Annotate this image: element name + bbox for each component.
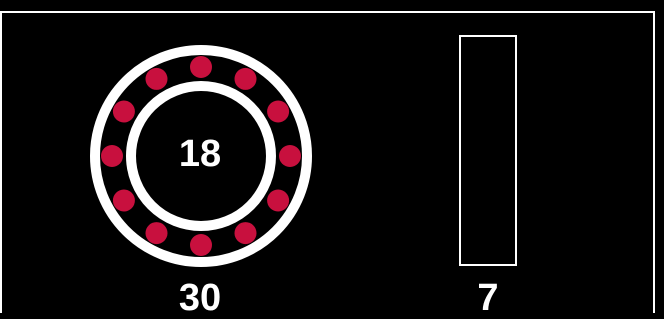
- ball: [190, 234, 212, 256]
- ball: [145, 67, 168, 90]
- bearing-diagram: 18 30 7: [0, 0, 664, 317]
- diagram-canvas: [0, 11, 655, 313]
- ball: [279, 145, 301, 167]
- ball: [190, 56, 212, 78]
- width-label: 7: [477, 277, 499, 319]
- inner-diameter-label: 18: [178, 133, 222, 175]
- ball: [101, 145, 123, 167]
- ball: [112, 100, 135, 123]
- side-view-rect: [459, 35, 517, 266]
- ball: [267, 100, 290, 123]
- ball: [145, 222, 168, 245]
- ball: [267, 189, 290, 212]
- ball: [234, 67, 257, 90]
- ball: [234, 222, 257, 245]
- ball: [112, 189, 135, 212]
- outer-diameter-label: 30: [178, 277, 222, 319]
